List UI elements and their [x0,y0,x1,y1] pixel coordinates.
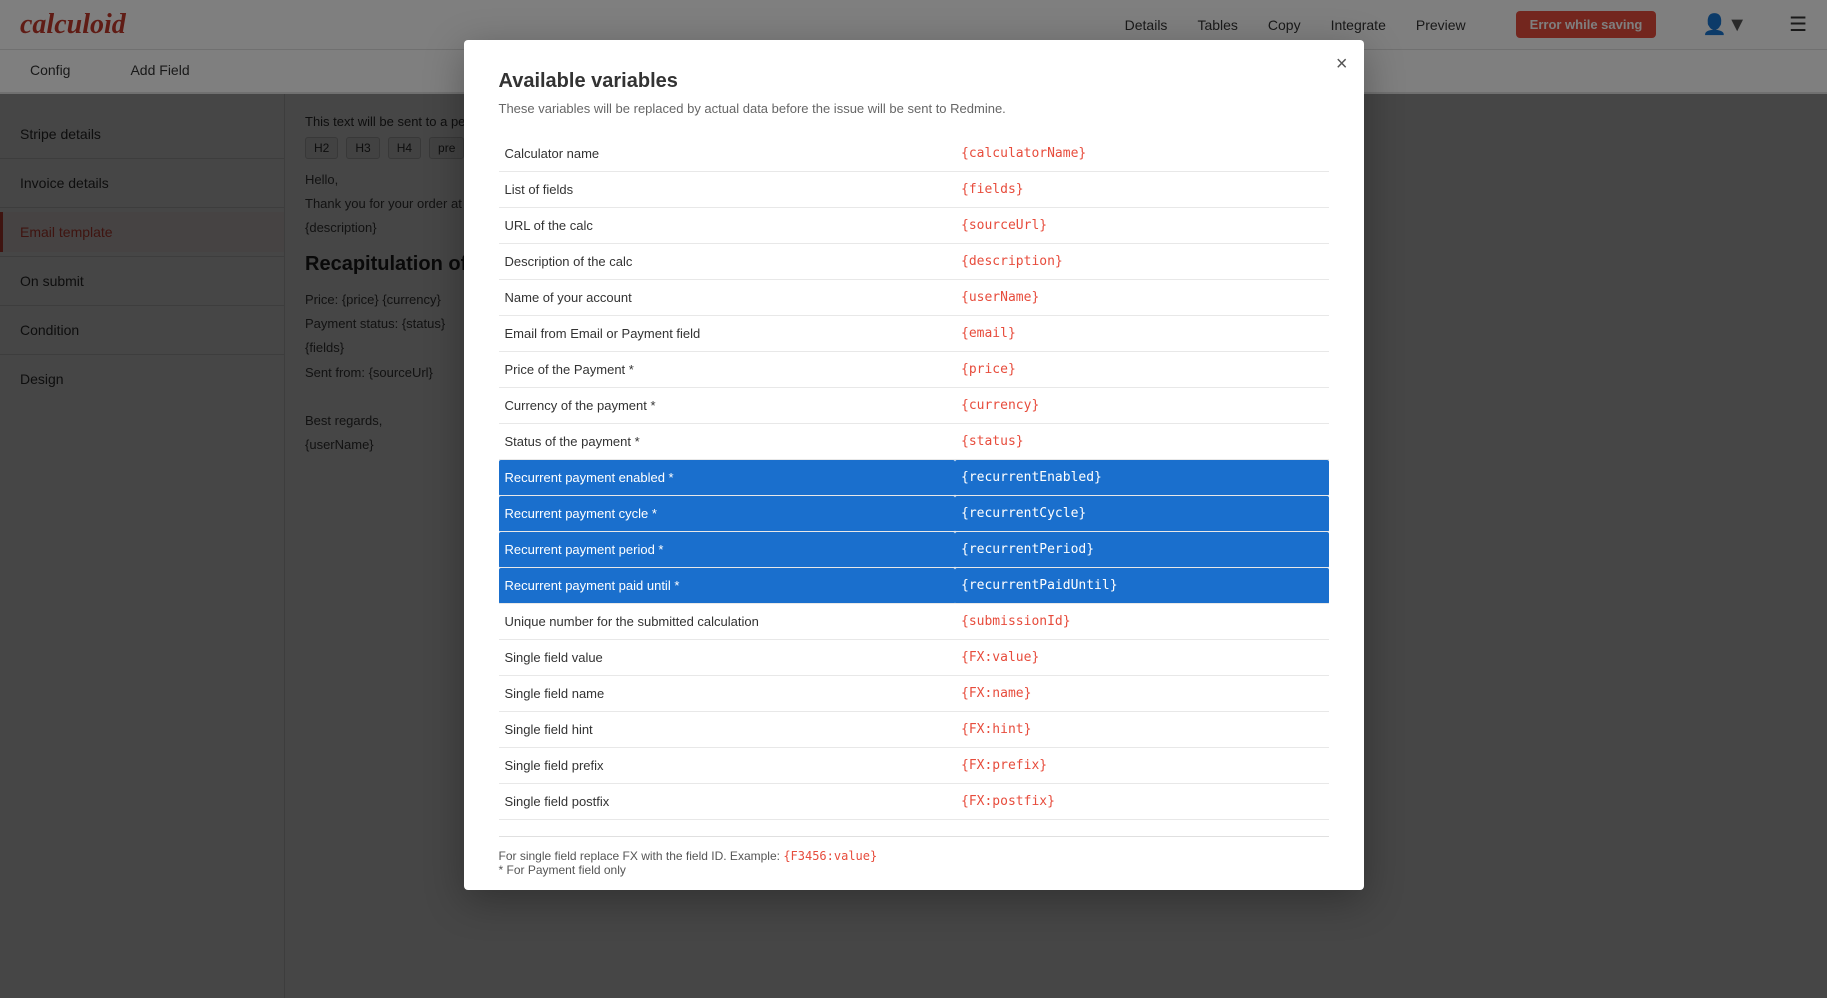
table-row: Recurrent payment enabled *{recurrentEna… [499,460,1329,496]
variable-label: Email from Email or Payment field [499,316,956,352]
variable-value: {FX:value} [955,640,1329,676]
modal-close-button[interactable]: × [1336,54,1348,74]
variable-value: {status} [955,424,1329,460]
modal-title: Available variables [499,70,1329,93]
variable-value: {calculatorName} [955,136,1329,172]
variable-value: {FX:name} [955,676,1329,712]
variable-value: {submissionId} [955,604,1329,640]
table-row: Single field value{FX:value} [499,640,1329,676]
variable-label: List of fields [499,172,956,208]
table-row: Status of the payment *{status} [499,424,1329,460]
variables-table: Calculator name{calculatorName}List of f… [499,136,1329,820]
variable-label: Calculator name [499,136,956,172]
variable-label: Recurrent payment cycle * [499,496,956,532]
table-row: URL of the calc{sourceUrl} [499,208,1329,244]
variable-label: URL of the calc [499,208,956,244]
table-row: Single field name{FX:name} [499,676,1329,712]
variable-value: {price} [955,352,1329,388]
variable-value: {email} [955,316,1329,352]
variable-label: Recurrent payment enabled * [499,460,956,496]
table-row: Unique number for the submitted calculat… [499,604,1329,640]
table-row: Single field prefix{FX:prefix} [499,748,1329,784]
footer-example: {F3456:value} [783,849,877,863]
variable-value: {FX:hint} [955,712,1329,748]
variable-value: {FX:postfix} [955,784,1329,820]
variable-value: {sourceUrl} [955,208,1329,244]
variable-value: {recurrentEnabled} [955,460,1329,496]
variable-value: {FX:prefix} [955,748,1329,784]
table-row: Description of the calc{description} [499,244,1329,280]
modal-overlay: × Available variables These variables wi… [0,0,1827,998]
variable-value: {description} [955,244,1329,280]
variable-label: Single field prefix [499,748,956,784]
table-row: Single field hint{FX:hint} [499,712,1329,748]
table-row: Currency of the payment *{currency} [499,388,1329,424]
modal-footer: For single field replace FX with the fie… [499,836,1329,877]
table-row: Recurrent payment paid until *{recurrent… [499,568,1329,604]
footer-note: For single field replace FX with the fie… [499,849,780,863]
variable-label: Description of the calc [499,244,956,280]
table-row: Email from Email or Payment field{email} [499,316,1329,352]
variable-label: Single field name [499,676,956,712]
variable-label: Single field value [499,640,956,676]
variable-value: {fields} [955,172,1329,208]
variable-label: Name of your account [499,280,956,316]
variable-value: {userName} [955,280,1329,316]
footer-asterisk: * For Payment field only [499,863,626,877]
table-row: Single field postfix{FX:postfix} [499,784,1329,820]
table-row: Calculator name{calculatorName} [499,136,1329,172]
modal-dialog: × Available variables These variables wi… [464,40,1364,890]
table-row: Name of your account{userName} [499,280,1329,316]
table-row: List of fields{fields} [499,172,1329,208]
variable-label: Recurrent payment paid until * [499,568,956,604]
variable-label: Single field hint [499,712,956,748]
variable-value: {currency} [955,388,1329,424]
variable-value: {recurrentPeriod} [955,532,1329,568]
variable-label: Price of the Payment * [499,352,956,388]
variable-value: {recurrentPaidUntil} [955,568,1329,604]
table-row: Recurrent payment period *{recurrentPeri… [499,532,1329,568]
variable-value: {recurrentCycle} [955,496,1329,532]
variable-label: Single field postfix [499,784,956,820]
modal-subtitle: These variables will be replaced by actu… [499,101,1329,116]
variable-label: Status of the payment * [499,424,956,460]
variable-label: Recurrent payment period * [499,532,956,568]
variable-label: Currency of the payment * [499,388,956,424]
table-row: Recurrent payment cycle *{recurrentCycle… [499,496,1329,532]
variable-label: Unique number for the submitted calculat… [499,604,956,640]
table-row: Price of the Payment *{price} [499,352,1329,388]
